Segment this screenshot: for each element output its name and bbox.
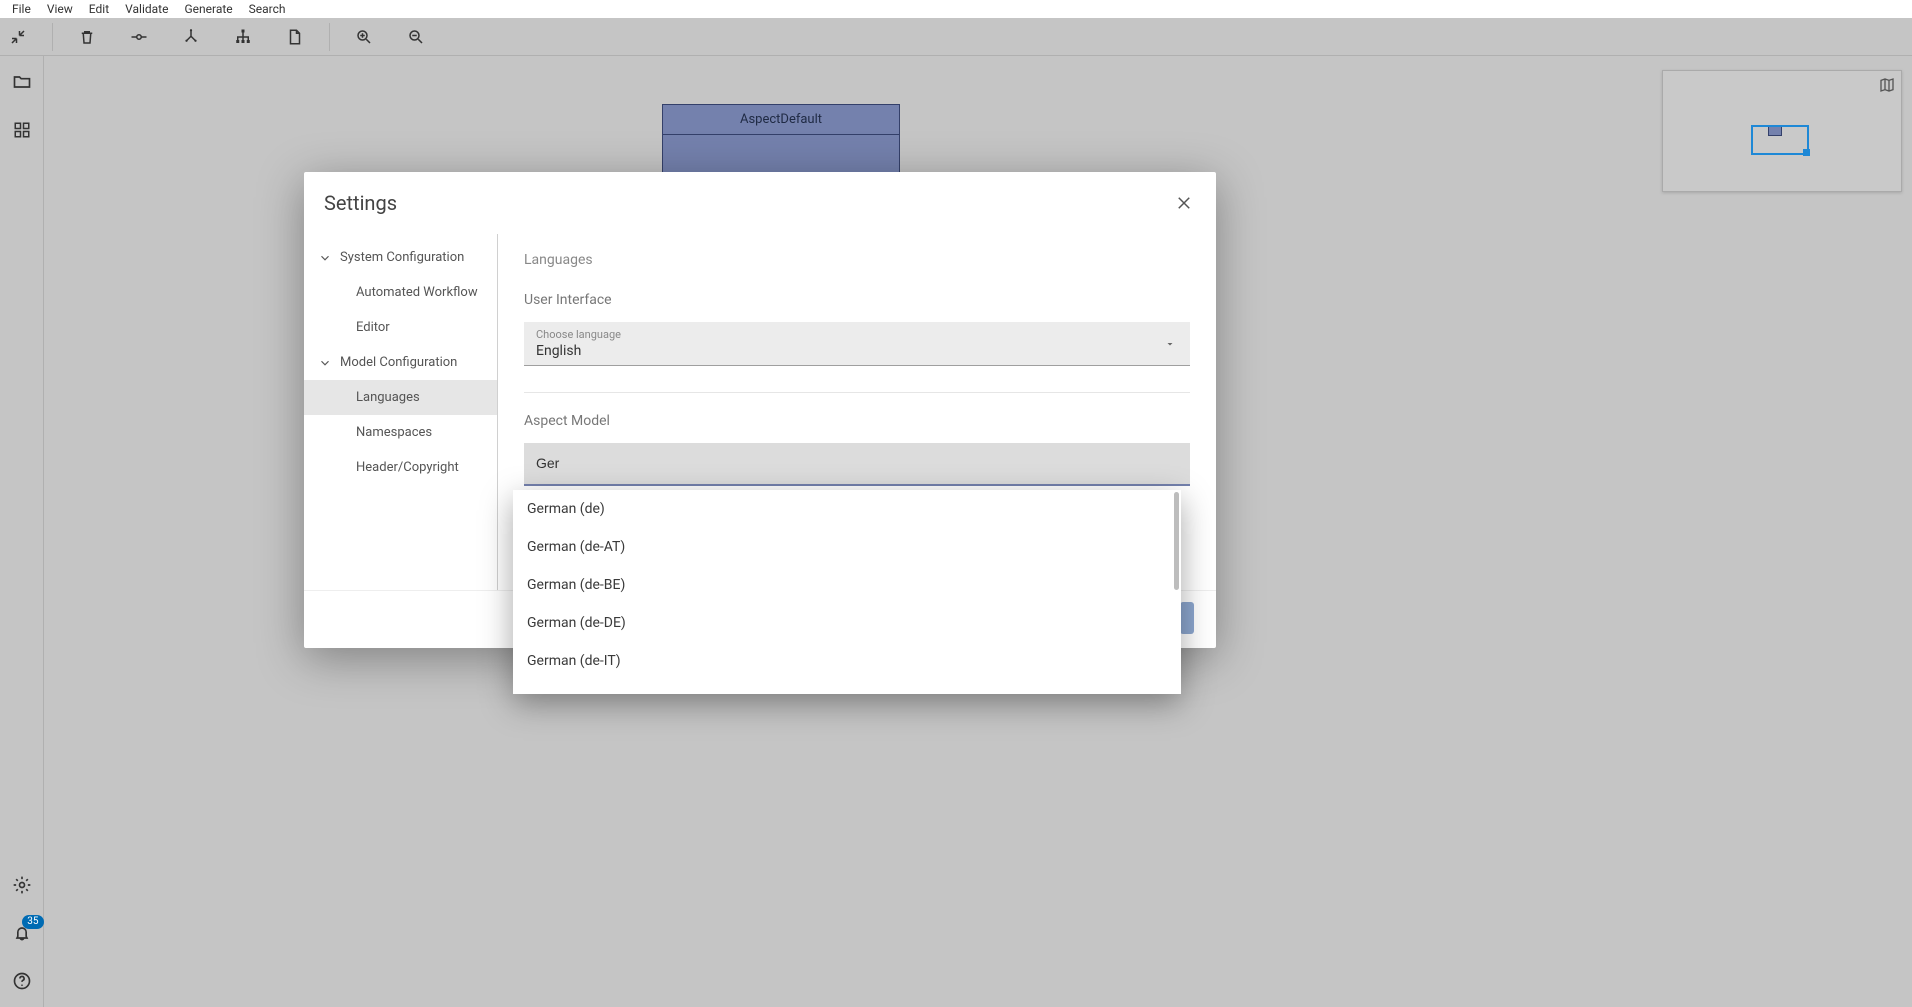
ui-language-select[interactable]: Choose language English <box>524 322 1190 366</box>
close-icon[interactable] <box>1172 191 1196 215</box>
dropdown-option[interactable]: German (de) <box>513 490 1181 528</box>
dropdown-option[interactable]: German (de-DE) <box>513 604 1181 642</box>
dropdown-option[interactable]: German (de-IT) <box>513 642 1181 680</box>
chevron-down-icon <box>318 251 332 265</box>
dialog-title: Settings <box>324 191 397 215</box>
language-dropdown: German (de) German (de-AT) German (de-BE… <box>513 490 1181 694</box>
dropdown-option[interactable]: German (de-BE) <box>513 566 1181 604</box>
dropdown-scrollbar[interactable] <box>1174 492 1179 590</box>
nav-item-namespaces[interactable]: Namespaces <box>304 415 497 450</box>
ui-language-float-label: Choose language <box>536 328 1178 341</box>
settings-sidenav: System Configuration Automated Workflow … <box>304 234 498 590</box>
divider <box>524 392 1190 393</box>
nav-group-label: System Configuration <box>340 250 464 265</box>
chevron-down-icon <box>318 356 332 370</box>
label-user-interface: User Interface <box>524 292 1190 308</box>
modal-overlay: Settings System Configuration Automated … <box>0 0 1912 1007</box>
aspect-language-field[interactable] <box>536 455 1178 471</box>
aspect-language-input[interactable] <box>524 443 1190 486</box>
nav-group-label: Model Configuration <box>340 355 457 370</box>
apply-button[interactable] <box>1180 602 1194 634</box>
label-aspect-model: Aspect Model <box>524 413 1190 429</box>
nav-item-automated-workflow[interactable]: Automated Workflow <box>304 275 497 310</box>
section-languages: Languages <box>524 252 1190 268</box>
nav-item-languages[interactable]: Languages <box>304 380 497 415</box>
nav-item-editor[interactable]: Editor <box>304 310 497 345</box>
nav-group-model[interactable]: Model Configuration <box>304 345 497 380</box>
nav-group-system[interactable]: System Configuration <box>304 240 497 275</box>
ui-language-value: English <box>536 343 1178 359</box>
nav-item-header-copyright[interactable]: Header/Copyright <box>304 450 497 485</box>
dropdown-option[interactable]: German (de-AT) <box>513 528 1181 566</box>
chevron-down-icon <box>1164 338 1176 350</box>
